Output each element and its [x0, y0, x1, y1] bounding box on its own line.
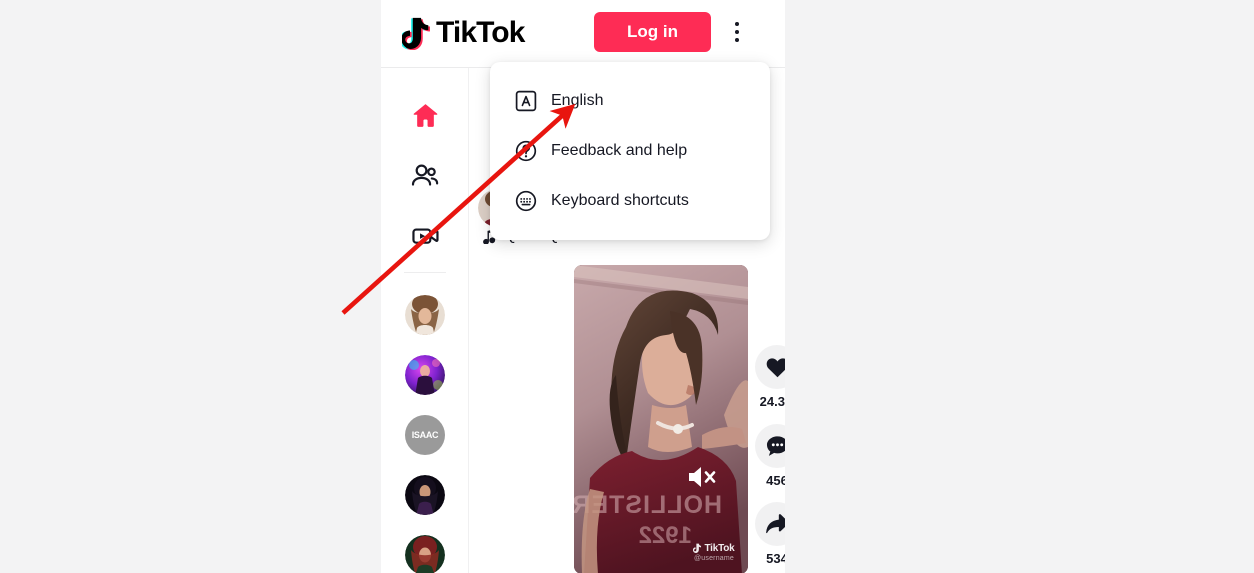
more-options-button[interactable]: [724, 14, 750, 50]
sidebar-avatar-3[interactable]: ISAAC: [405, 415, 445, 455]
heart-icon: [766, 357, 785, 377]
keyboard-circle-icon: [515, 190, 537, 212]
menu-item-feedback-and-help[interactable]: Feedback and help: [490, 126, 770, 176]
speaker-muted-icon[interactable]: [685, 462, 719, 492]
tiktok-logo[interactable]: TikTok: [402, 13, 525, 53]
tiktok-page: TikTok Log in ISAAC HOLLISTER 1922 TikTo…: [381, 0, 785, 573]
comment-count: 456: [766, 473, 785, 488]
like-count: 24.3K: [759, 394, 785, 409]
sidebar-item-for-you[interactable]: [401, 91, 449, 139]
left-sidebar: ISAAC: [381, 68, 469, 573]
avatar: [405, 535, 445, 573]
home-icon: [413, 103, 437, 127]
sidebar-item-following[interactable]: [401, 152, 449, 200]
sidebar-avatar-2[interactable]: [405, 355, 445, 395]
sidebar-avatar-4[interactable]: [405, 475, 445, 515]
avatar: [405, 475, 445, 515]
logo-wordmark: TikTok: [436, 16, 525, 49]
sidebar-item-live[interactable]: [401, 212, 449, 260]
menu-item-label: English: [551, 92, 604, 109]
like-button[interactable]: 24.3K: [755, 345, 785, 410]
share-bubble[interactable]: [755, 502, 785, 546]
comment-bubble-icon: [766, 436, 785, 456]
sidebar-avatar-5[interactable]: [405, 535, 445, 573]
share-count: 534: [766, 551, 785, 566]
menu-item-keyboard-shortcuts[interactable]: Keyboard shortcuts: [490, 176, 770, 226]
avatar-label: ISAAC: [405, 415, 445, 455]
more-options-dropdown: English Feedback and help Keyboard short…: [490, 62, 770, 240]
menu-item-language[interactable]: English: [490, 76, 770, 126]
following-people-icon: [411, 164, 439, 186]
sidebar-divider: [404, 272, 446, 273]
page-header: TikTok Log in: [381, 0, 785, 68]
avatar: [405, 295, 445, 335]
language-a-box-icon: [515, 90, 537, 112]
three-dots-vertical-icon: [735, 22, 739, 26]
svg-text:1922: 1922: [639, 522, 692, 549]
video-frame: HOLLISTER 1922: [574, 265, 748, 573]
tiktok-note-icon: [402, 17, 431, 50]
share-button[interactable]: 534: [755, 502, 785, 567]
question-circle-icon: [515, 140, 537, 162]
share-arrow-icon: [765, 514, 785, 534]
menu-item-label: Keyboard shortcuts: [551, 192, 689, 209]
comment-bubble[interactable]: [755, 424, 785, 468]
sidebar-avatar-1[interactable]: [405, 295, 445, 335]
comment-button[interactable]: 456: [755, 424, 785, 489]
live-video-icon: [412, 228, 439, 244]
like-bubble[interactable]: [755, 345, 785, 389]
menu-item-label: Feedback and help: [551, 142, 688, 159]
video-thumbnail[interactable]: HOLLISTER 1922 TikTok @username: [574, 265, 748, 573]
login-button[interactable]: Log in: [594, 12, 711, 52]
avatar: [405, 355, 445, 395]
